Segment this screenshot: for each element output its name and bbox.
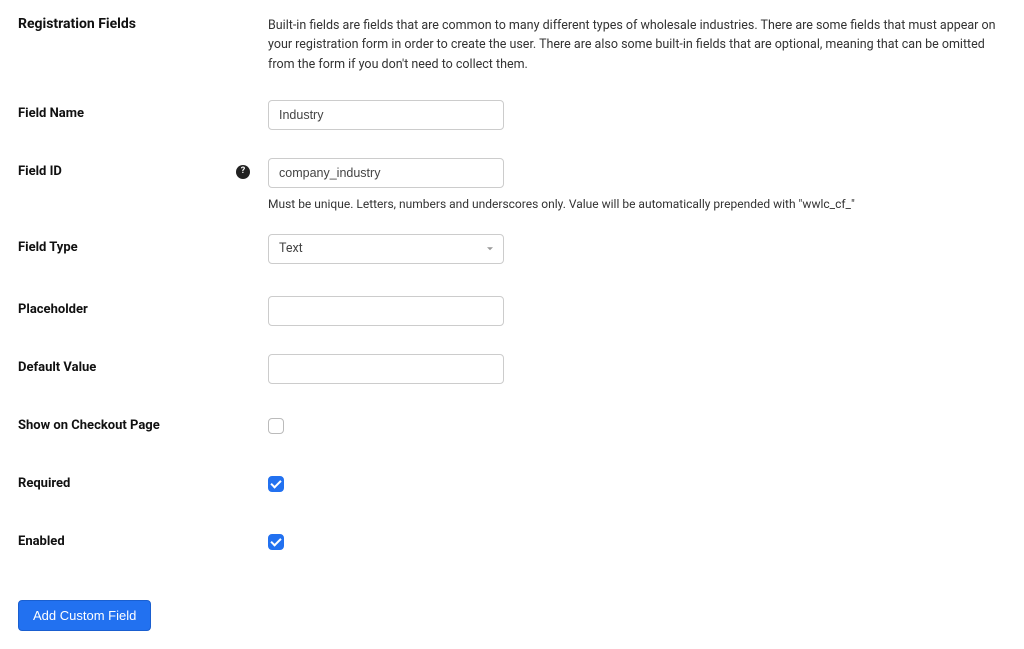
control-show-on-checkout (268, 412, 284, 438)
control-required (268, 470, 284, 496)
section-header: Registration Fields Built-in fields are … (18, 0, 1006, 74)
section-title: Registration Fields (18, 16, 268, 32)
field-name-input[interactable] (268, 100, 504, 130)
row-field-name: Field Name (18, 100, 1006, 144)
control-placeholder (268, 296, 504, 326)
row-default-value: Default Value (18, 354, 1006, 398)
label-show-on-checkout: Show on Checkout Page (18, 412, 268, 433)
row-field-id: Field ID ? Must be unique. Letters, numb… (18, 158, 1006, 213)
help-icon[interactable]: ? (236, 165, 250, 179)
field-type-selected: Text (279, 241, 303, 256)
row-enabled: Enabled (18, 528, 1006, 572)
control-enabled (268, 528, 284, 554)
control-field-name (268, 100, 504, 130)
row-placeholder: Placeholder (18, 296, 1006, 340)
label-field-name: Field Name (18, 100, 268, 121)
label-field-type: Field Type (18, 234, 268, 255)
field-type-select[interactable]: Text (268, 234, 504, 264)
section-description: Built-in fields are fields that are comm… (268, 16, 1006, 74)
control-field-type: Text (268, 234, 504, 264)
control-default-value (268, 354, 504, 384)
add-custom-field-button[interactable]: Add Custom Field (18, 600, 151, 631)
label-field-id: Field ID ? (18, 158, 268, 179)
label-default-value: Default Value (18, 354, 268, 375)
field-id-input[interactable] (268, 158, 504, 188)
label-placeholder: Placeholder (18, 296, 268, 317)
required-checkbox[interactable] (268, 476, 284, 492)
show-on-checkout-checkbox[interactable] (268, 418, 284, 434)
control-field-id: Must be unique. Letters, numbers and und… (268, 158, 855, 213)
default-value-input[interactable] (268, 354, 504, 384)
row-required: Required (18, 470, 1006, 514)
label-required: Required (18, 470, 268, 491)
label-enabled: Enabled (18, 528, 268, 549)
enabled-checkbox[interactable] (268, 534, 284, 550)
placeholder-input[interactable] (268, 296, 504, 326)
row-field-type: Field Type Text (18, 234, 1006, 278)
field-id-hint: Must be unique. Letters, numbers and und… (268, 196, 855, 213)
row-show-on-checkout: Show on Checkout Page (18, 412, 1006, 456)
